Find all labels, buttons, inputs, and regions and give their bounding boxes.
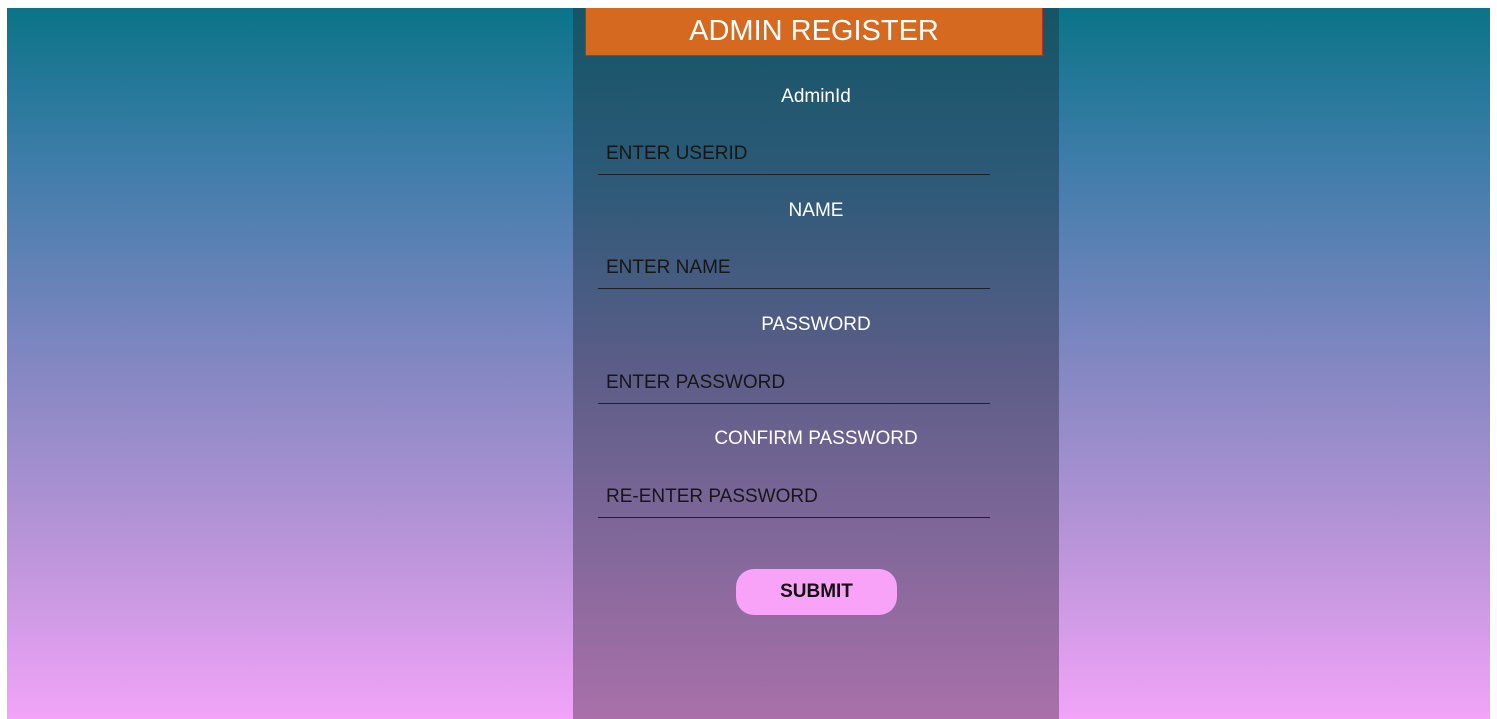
name-input[interactable] [598, 251, 990, 289]
adminid-label: AdminId [781, 86, 851, 107]
name-label: NAME [788, 200, 844, 221]
confirm-password-label: CONFIRM PASSWORD [714, 428, 918, 449]
password-input[interactable] [598, 366, 990, 404]
register-panel: ADMIN REGISTER AdminId NAME PASSWORD CON… [573, 8, 1059, 719]
page-background: ADMIN REGISTER AdminId NAME PASSWORD CON… [7, 8, 1490, 719]
form-title: ADMIN REGISTER [585, 8, 1043, 56]
submit-button[interactable]: SUBMIT [736, 569, 897, 615]
confirm-password-input[interactable] [598, 480, 990, 518]
password-label: PASSWORD [761, 314, 871, 335]
userid-input[interactable] [598, 137, 990, 175]
